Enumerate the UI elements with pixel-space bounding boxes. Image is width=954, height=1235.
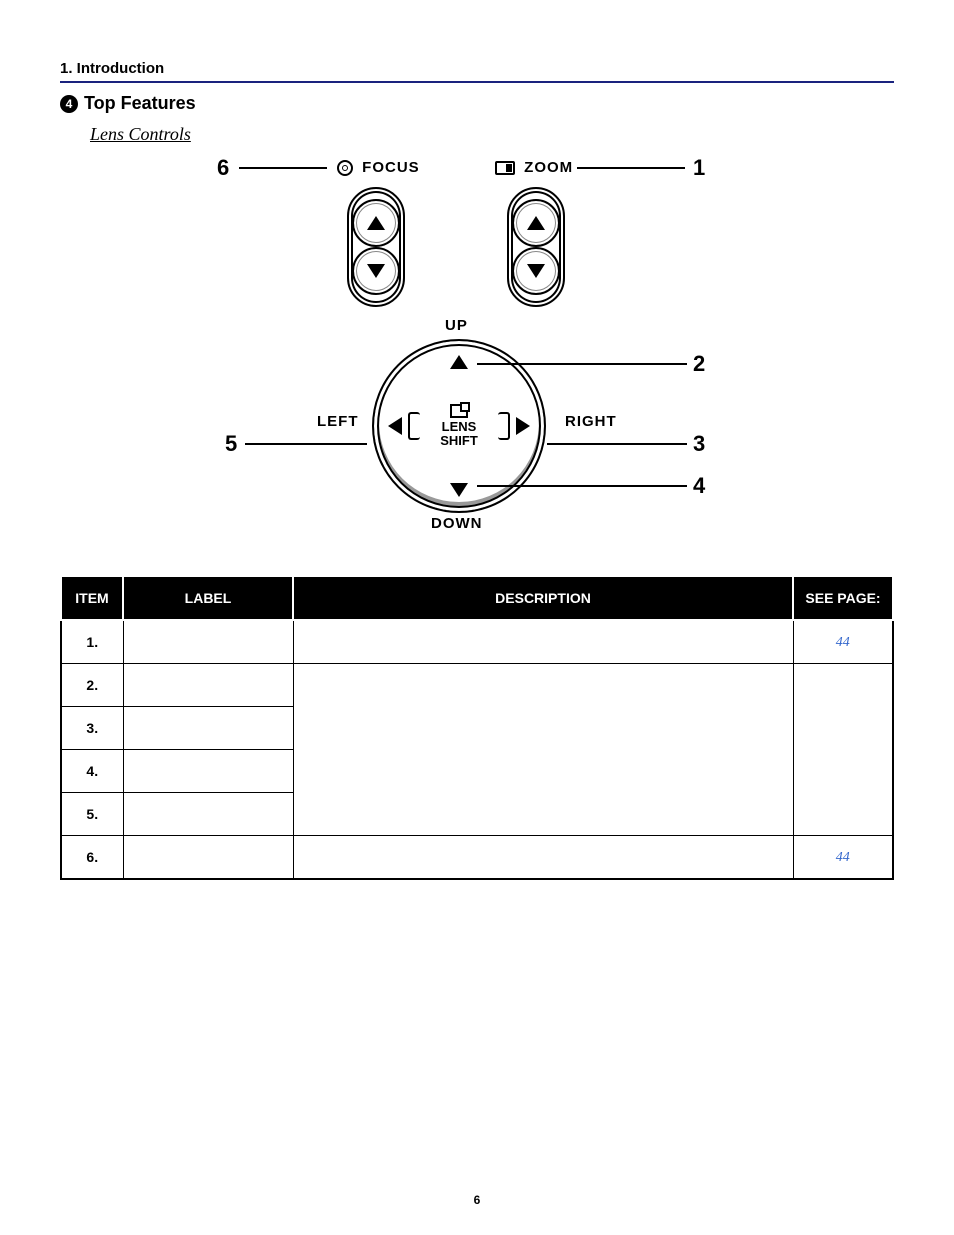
zoom-icon <box>495 161 515 175</box>
callout-line <box>239 167 327 169</box>
table-header-row: ITEM LABEL DESCRIPTION SEE PAGE: <box>61 576 893 620</box>
focus-icon <box>337 160 353 176</box>
page-link: 44 <box>836 635 850 650</box>
cell-desc <box>293 620 793 664</box>
callout-4: 4 <box>693 473 705 499</box>
table-row: 1. 44 <box>61 620 893 664</box>
down-label: DOWN <box>431 515 483 532</box>
left-label: LEFT <box>317 413 359 430</box>
zoom-up-button[interactable] <box>512 199 560 247</box>
right-label: RIGHT <box>565 413 617 430</box>
down-arrow-icon <box>367 264 385 278</box>
cell-num: 5. <box>61 793 123 836</box>
up-label: UP <box>445 317 468 334</box>
lens-controls-diagram: 6 FOCUS ZOOM 1 UP <box>60 155 894 545</box>
bracket-icon <box>408 412 420 440</box>
callout-6: 6 <box>217 155 229 181</box>
cell-num: 2. <box>61 664 123 707</box>
cell-desc <box>293 836 793 880</box>
feature-table: ITEM LABEL DESCRIPTION SEE PAGE: 1. 44 2… <box>60 575 894 880</box>
cell-label <box>123 664 293 707</box>
callout-line <box>477 363 687 365</box>
cell-label <box>123 793 293 836</box>
bracket-icon <box>498 412 510 440</box>
down-arrow-icon <box>527 264 545 278</box>
col-label: LABEL <box>123 576 293 620</box>
callout-5: 5 <box>225 431 237 457</box>
callout-line <box>547 443 687 445</box>
cell-label <box>123 620 293 664</box>
section-heading: 4 Top Features <box>60 93 894 114</box>
page: 1. Introduction 4 Top Features Lens Cont… <box>0 0 954 1235</box>
col-item: ITEM <box>61 576 123 620</box>
cell-page[interactable]: 44 <box>793 620 893 664</box>
callout-2: 2 <box>693 351 705 377</box>
cell-num: 4. <box>61 750 123 793</box>
cell-label <box>123 836 293 880</box>
lens-shift-down-button[interactable] <box>450 483 468 497</box>
lens-shift-up-button[interactable] <box>450 355 468 369</box>
page-number: 6 <box>0 1193 954 1207</box>
lens-shift-left-button[interactable] <box>388 417 402 435</box>
cell-page[interactable]: 44 <box>793 836 893 880</box>
table-row: 2. <box>61 664 893 707</box>
focus-rocker[interactable] <box>347 187 405 307</box>
callout-line <box>245 443 367 445</box>
cell-page-merged <box>793 664 893 836</box>
zoom-label: ZOOM <box>495 159 573 176</box>
table-row: 6. 44 <box>61 836 893 880</box>
chapter-rule <box>60 81 894 83</box>
subsection-heading: Lens Controls <box>90 124 894 145</box>
zoom-down-button[interactable] <box>512 247 560 295</box>
focus-down-button[interactable] <box>352 247 400 295</box>
cell-label <box>123 750 293 793</box>
col-description: DESCRIPTION <box>293 576 793 620</box>
cell-num: 1. <box>61 620 123 664</box>
section-title: Top Features <box>84 93 196 114</box>
cell-num: 6. <box>61 836 123 880</box>
cell-desc-merged <box>293 664 793 836</box>
chapter-heading: 1. Introduction <box>60 60 894 77</box>
zoom-rocker[interactable] <box>507 187 565 307</box>
focus-up-button[interactable] <box>352 199 400 247</box>
cell-num: 3. <box>61 707 123 750</box>
page-link: 44 <box>836 850 850 865</box>
callout-line <box>577 167 685 169</box>
up-arrow-icon <box>367 216 385 230</box>
callout-1: 1 <box>693 155 705 181</box>
col-page: SEE PAGE: <box>793 576 893 620</box>
section-number-icon: 4 <box>60 95 78 113</box>
focus-label: FOCUS <box>337 159 420 176</box>
callout-3: 3 <box>693 431 705 457</box>
callout-line <box>477 485 687 487</box>
lens-shift-label: LENS SHIFT <box>440 404 478 449</box>
up-arrow-icon <box>527 216 545 230</box>
lens-shift-right-button[interactable] <box>516 417 530 435</box>
cell-label <box>123 707 293 750</box>
lens-shift-icon <box>450 404 468 418</box>
